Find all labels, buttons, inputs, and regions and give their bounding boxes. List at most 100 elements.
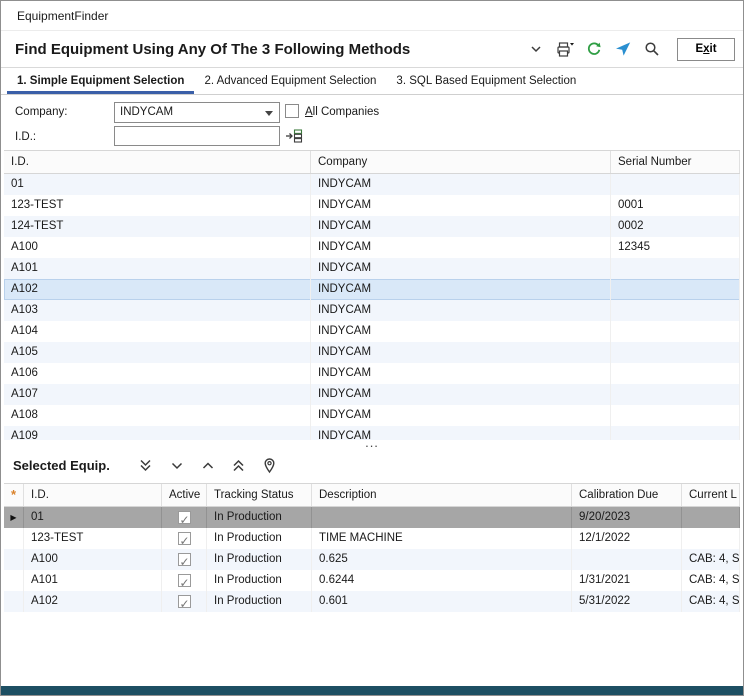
move-all-down-icon[interactable]	[136, 456, 156, 476]
row-indicator: ▶	[4, 507, 24, 528]
move-down-icon[interactable]	[167, 456, 187, 476]
cell-id: A101	[24, 570, 162, 591]
cell-company: INDYCAM	[311, 237, 611, 258]
cell-active	[162, 570, 207, 591]
equipment-row[interactable]: 123-TESTINDYCAM0001	[4, 195, 740, 216]
active-checkbox[interactable]	[178, 532, 191, 545]
equipment-row[interactable]: A100INDYCAM12345	[4, 237, 740, 258]
cell-serial-number: 12345	[611, 237, 740, 258]
cell-id: A104	[4, 321, 311, 342]
all-companies-label-mnemonic: A	[305, 106, 313, 118]
equipment-row[interactable]: A103INDYCAM	[4, 300, 740, 321]
cell-calibration-due	[572, 549, 682, 570]
equipment-row[interactable]: A106INDYCAM	[4, 363, 740, 384]
active-checkbox[interactable]	[178, 511, 191, 524]
column-header-calibration-due[interactable]: Calibration Due	[572, 484, 682, 506]
all-companies-label-rest: ll Companies	[313, 106, 379, 118]
id-input[interactable]	[114, 126, 280, 146]
cell-id: 123-TEST	[4, 195, 311, 216]
selected-row[interactable]: A101In Production0.62441/31/2021CAB: 4, …	[4, 570, 740, 591]
selected-row[interactable]: A102In Production0.6015/31/2022CAB: 4, S…	[4, 591, 740, 612]
cell-id: A102	[24, 591, 162, 612]
dropdown-chevron-icon[interactable]	[524, 37, 548, 61]
splitter[interactable]: ...	[1, 440, 743, 448]
selected-row[interactable]: ▶01In Production9/20/2023	[4, 507, 740, 528]
move-all-up-icon[interactable]	[229, 456, 249, 476]
selected-row[interactable]: 123-TESTIn ProductionTIME MACHINE12/1/20…	[4, 528, 740, 549]
tab-advanced-equipment-selection[interactable]: 2. Advanced Equipment Selection	[194, 68, 386, 94]
cell-active	[162, 528, 207, 549]
header: Find Equipment Using Any Of The 3 Follow…	[1, 31, 743, 68]
column-header-company[interactable]: Company	[311, 151, 611, 173]
move-up-icon[interactable]	[198, 456, 218, 476]
company-select-value: INDYCAM	[115, 103, 279, 122]
bottom-bar	[1, 686, 743, 695]
cell-serial-number	[611, 279, 740, 300]
locate-pin-icon[interactable]	[260, 456, 280, 476]
window-title: EquipmentFinder	[17, 9, 108, 23]
equipment-grid: I.D. Company Serial Number 01INDYCAM123-…	[4, 150, 740, 440]
cell-company: INDYCAM	[311, 174, 611, 195]
titlebar[interactable]: EquipmentFinder	[1, 1, 743, 31]
equipment-row[interactable]: A107INDYCAM	[4, 384, 740, 405]
cell-active	[162, 591, 207, 612]
all-companies-label: All Companies	[305, 106, 379, 118]
cell-description	[312, 507, 572, 528]
equipment-row[interactable]: A108INDYCAM	[4, 405, 740, 426]
equipment-row[interactable]: A104INDYCAM	[4, 321, 740, 342]
cell-serial-number	[611, 342, 740, 363]
column-header-serial-number[interactable]: Serial Number	[611, 151, 740, 173]
asterisk-icon: *	[11, 484, 16, 506]
company-select[interactable]: INDYCAM	[114, 102, 280, 123]
cell-calibration-due: 9/20/2023	[572, 507, 682, 528]
cell-description: TIME MACHINE	[312, 528, 572, 549]
equipment-row[interactable]: 124-TESTINDYCAM0002	[4, 216, 740, 237]
equipment-row[interactable]: 01INDYCAM	[4, 174, 740, 195]
equipment-row[interactable]: A105INDYCAM	[4, 342, 740, 363]
all-companies-checkbox[interactable]	[285, 104, 299, 118]
active-checkbox[interactable]	[178, 595, 191, 608]
send-icon[interactable]	[611, 37, 635, 61]
tab-simple-equipment-selection[interactable]: 1. Simple Equipment Selection	[7, 68, 194, 94]
cell-id: A107	[4, 384, 311, 405]
search-form: Company: INDYCAM All Companies I.D.:	[1, 95, 743, 150]
cell-current-location	[682, 507, 740, 528]
tab-bar: 1. Simple Equipment Selection 2. Advance…	[1, 68, 743, 95]
row-indicator	[4, 591, 24, 612]
print-icon[interactable]	[553, 37, 577, 61]
cell-id: A100	[4, 237, 311, 258]
cell-company: INDYCAM	[311, 384, 611, 405]
selected-section-title: Selected Equip.	[13, 458, 110, 473]
splitter-grip[interactable]: ...	[365, 440, 379, 446]
selected-grid-body: ▶01In Production9/20/2023123-TESTIn Prod…	[4, 507, 740, 612]
cell-tracking-status: In Production	[207, 528, 312, 549]
active-checkbox[interactable]	[178, 553, 191, 566]
exit-button[interactable]: Exit	[677, 38, 735, 61]
cell-active	[162, 507, 207, 528]
cell-id: A105	[4, 342, 311, 363]
tab-sql-based-equipment-selection[interactable]: 3. SQL Based Equipment Selection	[386, 68, 586, 94]
selected-row[interactable]: A100In Production0.625CAB: 4, SH	[4, 549, 740, 570]
equipment-row[interactable]: A101INDYCAM	[4, 258, 740, 279]
cell-id: A102	[4, 279, 311, 300]
column-header-id[interactable]: I.D.	[4, 151, 311, 173]
cell-company: INDYCAM	[311, 342, 611, 363]
active-checkbox[interactable]	[178, 574, 191, 587]
column-header-active[interactable]: Active	[162, 484, 207, 506]
column-header-current-location[interactable]: Current L	[682, 484, 740, 506]
cell-id: A109	[4, 426, 311, 440]
search-icon[interactable]	[640, 37, 664, 61]
column-header-id[interactable]: I.D.	[24, 484, 162, 506]
lookup-grid-icon[interactable]	[284, 126, 304, 146]
app-window: EquipmentFinder Find Equipment Using Any…	[0, 0, 744, 696]
cell-serial-number	[611, 174, 740, 195]
cell-description: 0.625	[312, 549, 572, 570]
column-header-description[interactable]: Description	[312, 484, 572, 506]
refresh-icon[interactable]	[582, 37, 606, 61]
exit-label-pre: E	[695, 43, 703, 55]
equipment-grid-header: I.D. Company Serial Number	[4, 150, 740, 174]
column-header-tracking-status[interactable]: Tracking Status	[207, 484, 312, 506]
cell-id: A101	[4, 258, 311, 279]
cell-id: A108	[4, 405, 311, 426]
equipment-row[interactable]: A102INDYCAM	[4, 279, 740, 300]
